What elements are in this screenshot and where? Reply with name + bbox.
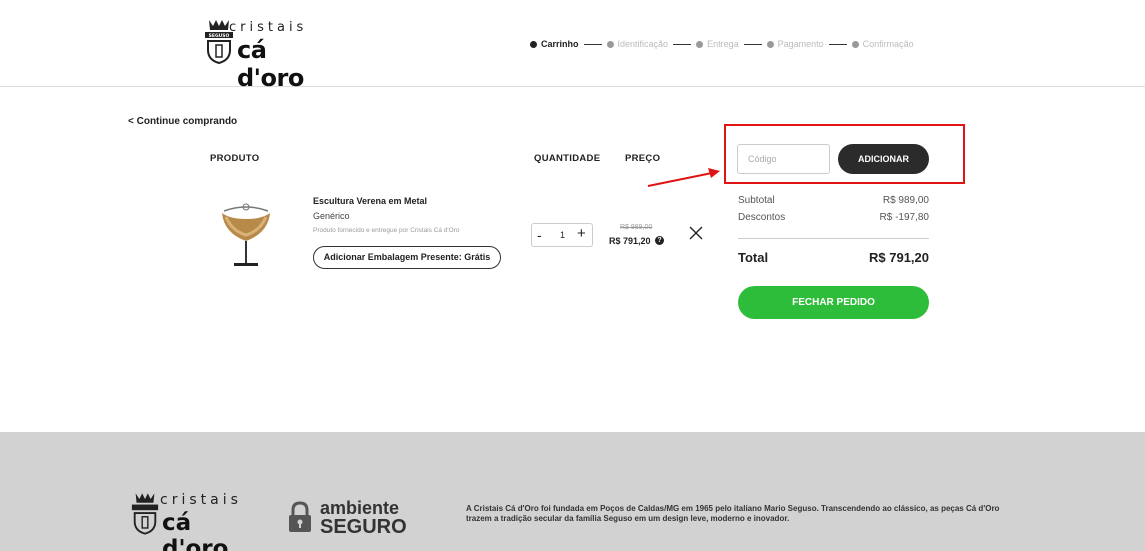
add-coupon-button[interactable]: ADICIONAR bbox=[838, 144, 929, 174]
lock-icon bbox=[289, 501, 311, 532]
column-header-price: PREÇO bbox=[625, 153, 661, 164]
quantity-decrease-button[interactable]: - bbox=[537, 227, 542, 243]
step-label: Carrinho bbox=[541, 39, 579, 49]
summary-divider bbox=[738, 238, 929, 239]
product-brand: Genérico bbox=[313, 211, 350, 221]
column-header-quantity: QUANTIDADE bbox=[534, 153, 601, 164]
product-name[interactable]: Escultura Verena em Metal bbox=[313, 196, 427, 206]
footer-logo-text-big: cá d'oro bbox=[162, 510, 229, 551]
subtotal-value: R$ 989,00 bbox=[882, 195, 929, 206]
step-dot-icon bbox=[851, 40, 859, 48]
logo-text-big: cá d'oro bbox=[237, 36, 304, 92]
step-identification: Identificação bbox=[606, 39, 669, 49]
step-delivery: Entrega bbox=[696, 39, 739, 49]
price-help-icon[interactable]: ? bbox=[655, 236, 664, 245]
footer-logo-text-small: cristais bbox=[160, 492, 242, 508]
total-value: R$ 791,20 bbox=[869, 250, 929, 265]
step-label: Confirmação bbox=[862, 39, 914, 49]
remove-item-icon[interactable] bbox=[689, 226, 703, 240]
annotation-arrow-icon bbox=[647, 168, 720, 187]
gift-wrap-button[interactable]: Adicionar Embalagem Presente: Grátis bbox=[313, 246, 501, 269]
step-connector bbox=[743, 43, 762, 45]
quantity-stepper: - 1 + bbox=[531, 223, 593, 247]
logo-text-small: cristais bbox=[229, 20, 308, 35]
step-connector bbox=[673, 43, 692, 45]
header: SEGUSO cristais cá d'oro Carrinho Identi… bbox=[0, 0, 1145, 92]
footer-about-text: A Cristais Cá d'Oro foi fundada em Poços… bbox=[466, 504, 1000, 523]
step-dot-icon bbox=[530, 40, 537, 48]
step-connector bbox=[828, 43, 847, 45]
footer-logo[interactable]: cristais cá d'oro bbox=[130, 490, 260, 551]
step-label: Identificação bbox=[617, 39, 669, 49]
product-seller: Produto fornecido e entregue por Cristai… bbox=[313, 227, 460, 234]
discount-value: R$ -197,80 bbox=[879, 212, 929, 223]
secure-environment-badge: ambiente SEGURO bbox=[288, 498, 428, 538]
crest-icon bbox=[131, 493, 159, 535]
svg-text:SEGUSO: SEGUSO bbox=[209, 33, 230, 39]
quantity-value[interactable]: 1 bbox=[560, 230, 565, 240]
step-dot-icon bbox=[606, 40, 614, 48]
original-price: R$ 989,00 bbox=[620, 224, 653, 231]
continue-shopping-link[interactable]: < Continue comprando bbox=[128, 116, 237, 127]
checkout-button[interactable]: FECHAR PEDIDO bbox=[738, 286, 929, 319]
step-cart: Carrinho bbox=[530, 39, 579, 49]
product-image[interactable] bbox=[218, 197, 274, 269]
checkout-steps: Carrinho Identificação Entrega Pagamento… bbox=[530, 38, 914, 50]
discount-label: Descontos bbox=[738, 212, 786, 223]
step-dot-icon bbox=[696, 40, 704, 48]
step-payment: Pagamento bbox=[766, 39, 824, 49]
brand-logo[interactable]: SEGUSO cristais cá d'oro bbox=[203, 18, 333, 92]
discounted-price: R$ 791,20 bbox=[609, 236, 651, 246]
step-label: Pagamento bbox=[777, 39, 824, 49]
coupon-input[interactable] bbox=[737, 144, 830, 174]
quantity-increase-button[interactable]: + bbox=[577, 225, 586, 242]
step-dot-icon bbox=[766, 40, 774, 48]
column-header-product: PRODUTO bbox=[210, 153, 260, 164]
footer: cristais cá d'oro ambiente SEGURO A Cris… bbox=[0, 432, 1145, 551]
secure-text-2: SEGURO bbox=[320, 516, 407, 538]
subtotal-label: Subtotal bbox=[738, 195, 775, 206]
step-confirmation: Confirmação bbox=[851, 39, 914, 49]
step-label: Entrega bbox=[707, 39, 739, 49]
step-connector bbox=[583, 43, 602, 45]
total-label: Total bbox=[738, 250, 769, 265]
